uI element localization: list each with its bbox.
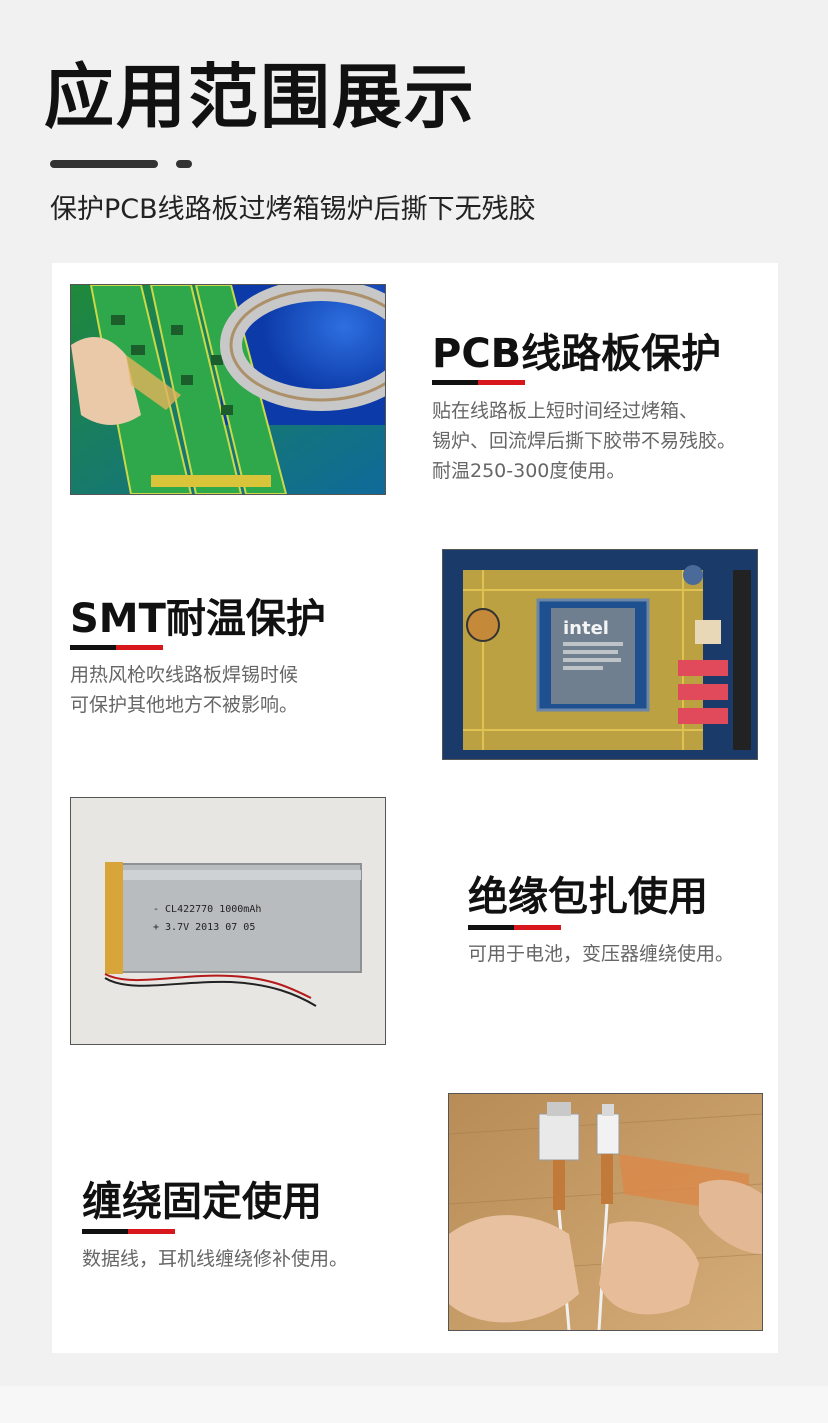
bottom-strip [0,1386,828,1423]
section-desc-cable: 数据线，耳机线缠绕修补使用。 [82,1244,348,1274]
section-title-insulation: 绝缘包扎使用 [468,874,708,920]
battery-photo: - CL422770 1000mAh + 3.7V 2013 07 05 [70,797,386,1045]
desc-line: 可保护其他地方不被影响。 [70,694,299,716]
battery-label-line2: + 3.7V 2013 07 05 [153,922,255,933]
title-underline-short [176,160,192,168]
desc-line: 耐温250-300度使用。 [432,460,626,482]
section-title-pcb: PCB线路板保护 [432,331,722,377]
section-desc-insulation: 可用于电池，变压器缠绕使用。 [468,939,734,969]
section-underline-pcb [432,380,525,385]
desc-line: 贴在线路板上短时间经过烤箱、 [432,400,699,422]
section-desc-pcb: 贴在线路板上短时间经过烤箱、 锡炉、回流焊后撕下胶带不易残胶。 耐温250-30… [432,396,736,486]
section-underline-cable [82,1229,175,1234]
section-title-smt: SMT耐温保护 [70,596,326,642]
pcb-tape-photo [70,284,386,495]
motherboard-chip-photo: intel [442,549,758,760]
battery-label-line1: - CL422770 1000mAh [153,904,261,915]
desc-line: 数据线，耳机线缠绕修补使用。 [82,1248,349,1270]
page-title: 应用范围展示 [44,56,476,138]
page-subtitle: 保护PCB线路板过烤箱锡炉后撕下无残胶 [50,194,536,225]
section-title-cable: 缠绕固定使用 [82,1179,322,1225]
desc-line: 可用于电池，变压器缠绕使用。 [468,943,735,965]
title-underline-long [50,160,158,168]
section-underline-smt [70,645,163,650]
section-underline-insulation [468,925,561,930]
chip-brand: intel [563,618,609,639]
cable-wrap-photo [448,1093,763,1331]
desc-line: 锡炉、回流焊后撕下胶带不易残胶。 [432,430,737,452]
desc-line: 用热风枪吹线路板焊锡时候 [70,664,299,686]
section-desc-smt: 用热风枪吹线路板焊锡时候 可保护其他地方不被影响。 [70,660,298,720]
